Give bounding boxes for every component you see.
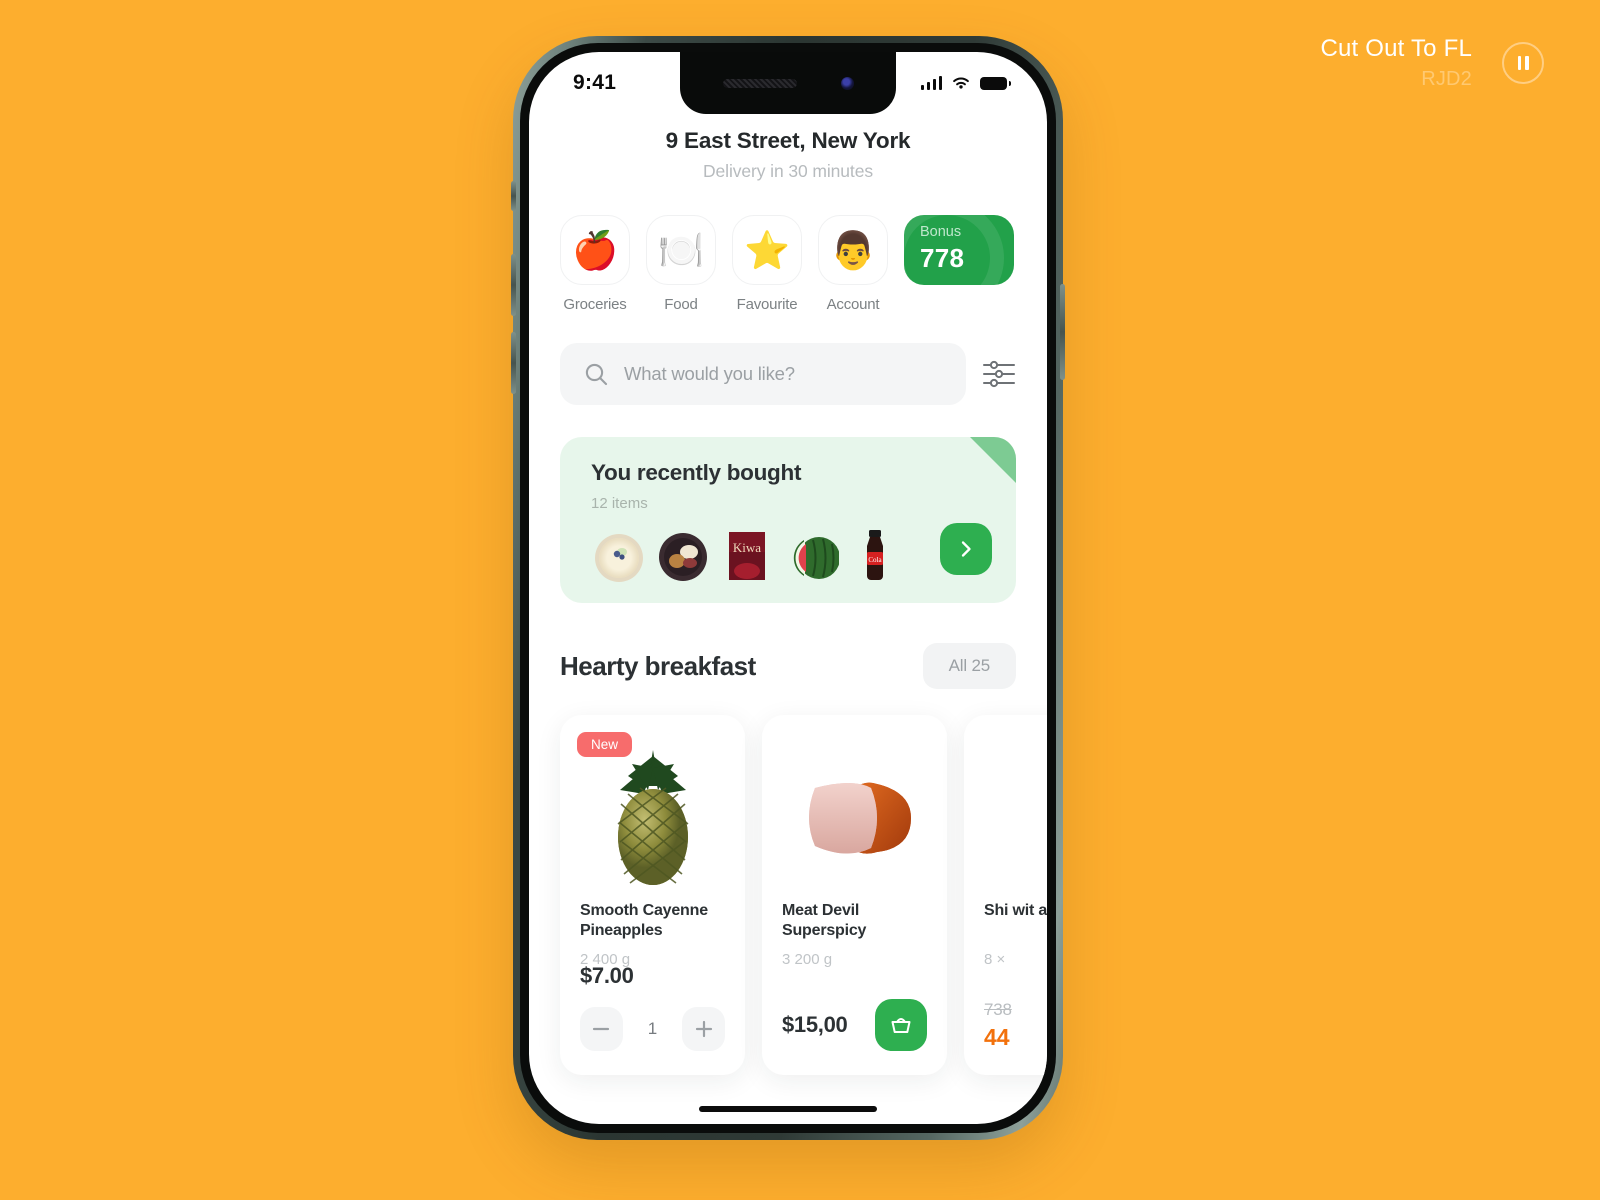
plus-icon xyxy=(695,1020,712,1038)
cola-bottle-thumbnail[interactable]: Cola xyxy=(847,528,903,584)
svg-text:Cola: Cola xyxy=(868,556,882,564)
product-footer: $15,00 xyxy=(782,999,927,1051)
product-price: $15,00 xyxy=(782,1012,848,1037)
pineapple-image xyxy=(580,733,725,901)
bonus-card[interactable]: Bonus 778 xyxy=(904,215,1014,285)
watermelon-thumbnail[interactable] xyxy=(783,528,839,584)
minus-icon xyxy=(593,1027,610,1031)
quantity-value: 1 xyxy=(647,1019,658,1038)
cellular-signal-icon xyxy=(920,75,942,90)
app-content: 9 East Street, New York Delivery in 30 m… xyxy=(529,52,1047,1124)
increment-button[interactable] xyxy=(682,1007,725,1051)
decrement-button[interactable] xyxy=(580,1007,623,1051)
price-and-cart-row: $15,00 xyxy=(782,999,927,1051)
product-card[interactable]: Shi wit an 8 × 738 44 xyxy=(964,715,1047,1075)
svg-text:Kiwa: Kiwa xyxy=(733,540,761,555)
status-bar-icons xyxy=(920,75,1011,91)
search-icon xyxy=(585,363,608,385)
recently-bought-count: 12 items xyxy=(591,495,648,512)
phone-bezel: 9:41 9 East Street, New York Delivery in… xyxy=(520,43,1056,1133)
product-carousel[interactable]: New Smooth Cayenne Pineapples 2 400 g $7… xyxy=(529,689,1047,1075)
apple-icon: 🍎 xyxy=(560,215,630,285)
product-sale-price: 44 xyxy=(984,1024,1010,1050)
section-header: Hearty breakfast All 25 xyxy=(529,603,1047,689)
product-footer: 738 44 xyxy=(984,1000,1047,1051)
category-account[interactable]: 👨 Account xyxy=(818,215,888,313)
status-bar-time: 9:41 xyxy=(573,71,617,94)
product-name: Shi wit an xyxy=(984,902,1047,919)
wifi-icon xyxy=(953,76,969,89)
product-price: $7.00 xyxy=(580,963,634,988)
volume-down-button[interactable] xyxy=(511,332,516,394)
category-food[interactable]: 🍽️ Food xyxy=(646,215,716,313)
recently-bought-next-button[interactable] xyxy=(940,523,992,575)
product-card[interactable]: New Smooth Cayenne Pineapples 2 400 g $7… xyxy=(560,715,745,1075)
sliders-filter-icon[interactable] xyxy=(982,359,1016,389)
phone-device: 9:41 9 East Street, New York Delivery in… xyxy=(511,36,1065,1140)
product-card[interactable]: Meat Devil Superspicy 3 200 g $15,00 xyxy=(762,715,947,1075)
category-row: 🍎 Groceries 🍽️ Food ⭐ Favourite 👨 Accoun… xyxy=(529,182,1047,313)
category-label: Food xyxy=(664,296,698,313)
section-title: Hearty breakfast xyxy=(560,650,756,681)
front-camera-icon xyxy=(840,76,854,90)
bonus-value: 778 xyxy=(920,243,965,273)
bonus-label: Bonus xyxy=(920,224,962,240)
power-button[interactable] xyxy=(1060,284,1065,380)
product-footer: $7.00 1 xyxy=(580,963,725,1051)
add-to-cart-button[interactable] xyxy=(875,999,927,1051)
category-favourite[interactable]: ⭐ Favourite xyxy=(732,215,802,313)
porridge-bowl-thumbnail[interactable] xyxy=(591,528,647,584)
delivery-address[interactable]: 9 East Street, New York xyxy=(529,128,1047,154)
person-icon: 👨 xyxy=(818,215,888,285)
search-input[interactable] xyxy=(624,363,942,385)
volume-up-button[interactable] xyxy=(511,254,516,316)
product-name: Meat Devil Superspicy xyxy=(782,902,867,940)
category-label: Groceries xyxy=(563,296,627,313)
cut-off-image xyxy=(984,733,1047,901)
pause-icon-bar-left xyxy=(1517,56,1521,71)
search-box[interactable] xyxy=(560,343,966,405)
delivery-time: Delivery in 30 minutes xyxy=(703,161,873,181)
category-label: Favourite xyxy=(736,296,798,313)
now-playing-text: Cut Out To FL RJD2 xyxy=(1320,34,1472,92)
search-row xyxy=(529,313,1047,405)
recently-bought-card[interactable]: You recently bought 12 items Kiwa Cola xyxy=(560,437,1016,603)
star-icon: ⭐ xyxy=(732,215,802,285)
plate-cutlery-icon: 🍽️ xyxy=(646,215,716,285)
product-weight: 8 × xyxy=(984,951,1006,968)
category-groceries[interactable]: 🍎 Groceries xyxy=(560,215,630,313)
ham-image xyxy=(782,733,927,901)
notch xyxy=(680,52,896,114)
new-badge: New xyxy=(577,732,633,757)
home-indicator[interactable] xyxy=(699,1106,877,1112)
earpiece-speaker-icon xyxy=(722,78,797,88)
recently-bought-title: You recently bought xyxy=(591,460,802,485)
kiwa-snack-pack-thumbnail[interactable]: Kiwa xyxy=(719,528,775,584)
delivery-header[interactable]: 9 East Street, New York Delivery in 30 m… xyxy=(529,114,1047,182)
product-weight: 3 200 g xyxy=(782,951,833,968)
now-playing-artist: RJD2 xyxy=(1421,67,1472,90)
quantity-stepper[interactable]: 1 xyxy=(580,1007,725,1051)
silence-switch[interactable] xyxy=(511,181,516,211)
meat-and-nuts-plate-thumbnail[interactable] xyxy=(655,528,711,584)
now-playing-widget: Cut Out To FL RJD2 xyxy=(1320,34,1544,92)
battery-icon xyxy=(980,76,1011,90)
pause-icon-bar-right xyxy=(1525,56,1529,71)
product-name: Smooth Cayenne Pineapples xyxy=(580,902,708,940)
now-playing-title: Cut Out To FL xyxy=(1320,35,1472,62)
category-label: Account xyxy=(826,296,880,313)
basket-icon xyxy=(891,1018,911,1033)
phone-screen: 9:41 9 East Street, New York Delivery in… xyxy=(529,52,1047,1124)
see-all-button[interactable]: All 25 xyxy=(922,643,1016,689)
product-old-price: 738 xyxy=(984,1000,1012,1019)
pause-button[interactable] xyxy=(1502,42,1544,85)
chevron-right-icon xyxy=(961,541,971,557)
